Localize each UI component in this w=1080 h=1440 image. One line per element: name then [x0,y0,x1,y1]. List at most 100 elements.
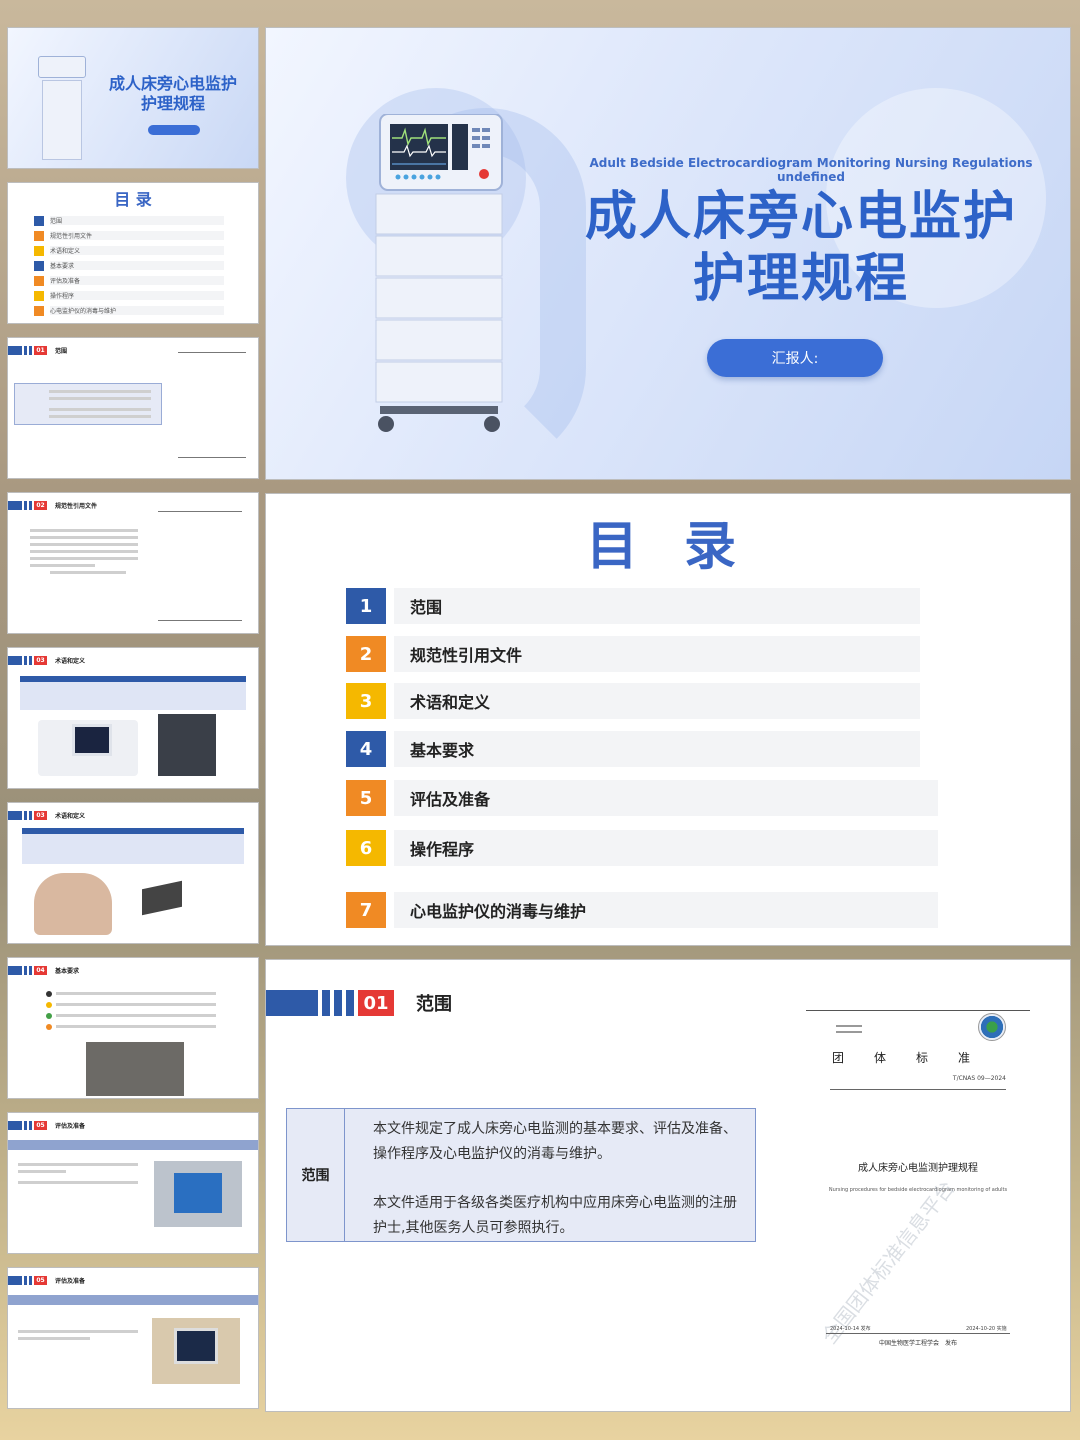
thumb-9-section-num: 05 [34,1276,47,1285]
section-number: 01 [358,990,394,1016]
thumb-5-section-num: 03 [34,656,47,665]
thumb-9-text-lines [18,1326,138,1344]
thumb-8-device-photo [154,1161,242,1227]
toc-item-label: 心电监护仪的消毒与维护 [394,892,938,928]
thumb-6-section-num: 03 [34,811,47,820]
english-title: Adult Bedside Electrocardiogram Monitori… [589,156,1033,184]
thumb-2-title: 目 录 [114,190,152,209]
thumb-9-section-title: 评估及准备 [55,1278,86,1285]
thumb-5-section-title: 术语和定义 [55,658,86,665]
thumb-9-monitor-photo [152,1318,240,1384]
thumb-2-item: 基本要求 [50,261,224,270]
thumb-7-patient-photo [86,1042,184,1096]
thumb-4-section-title: 规范性引用文件 [55,503,98,510]
reporter-button[interactable]: 汇报人: [707,339,883,377]
thumb-4-standard-doc-image [158,511,242,621]
thumb-8-section-title: 评估及准备 [55,1123,86,1130]
scope-paragraph-2: 本文件适用于各级各类医疗机构中应用床旁心电监测的注册护士,其他医务人员可参照执行… [373,1195,737,1236]
toc-item-number: 4 [346,731,386,767]
doc-publisher: 中国生物医学工程学会 发布 [878,1340,957,1347]
thumb-3-scope-table [14,383,162,425]
doc-en-title: Nursing procedures for bedside electroca… [828,1187,1008,1193]
thumb-5-device-photo [158,714,216,776]
thumb-5-monitor-image [38,720,138,776]
thumb-6-cable-image [142,880,182,916]
thumb-7-bullet-lines [46,988,216,1032]
toc-item-2[interactable]: 2 规范性引用文件 [346,636,920,672]
thumb-3-section-title: 范围 [55,348,68,355]
scope-table: 范围 本文件规定了成人床旁心电监测的基本要求、评估及准备、操作程序及心电监护仪的… [286,1108,756,1242]
chinese-title-line2: 护理规程 [692,249,909,309]
scope-row-label: 范围 [287,1109,345,1241]
scope-slide[interactable]: 01 范围 范围 本文件规定了成人床旁心电监测的基本要求、评估及准备、操作程序及… [265,959,1071,1412]
thumb-slide-1[interactable]: 成人床旁心电监护 护理规程 [7,27,259,169]
thumb-2-item: 范围 [50,216,224,225]
toc-item-label: 范围 [394,588,920,624]
thumb-6-term-table [22,828,244,864]
toc-item-4[interactable]: 4 基本要求 [346,731,920,767]
chinese-title-line1: 成人床旁心电监护 [584,187,1017,247]
toc-item-number: 2 [346,636,386,672]
toc-item-number: 5 [346,780,386,816]
toc-item-label: 操作程序 [394,830,938,866]
section-title: 范围 [416,994,452,1015]
doc-logo-emblem [978,1013,1006,1041]
thumb-3-standard-doc-image [178,352,246,458]
thumb-6-section-title: 术语和定义 [55,813,86,820]
toc-item-5[interactable]: 5 评估及准备 [346,780,938,816]
thumb-slide-7[interactable]: 04 基本要求 [7,957,259,1099]
toc-item-label: 基本要求 [394,731,920,767]
doc-code: T/CNAS 09—2024 [952,1075,1006,1082]
thumb-6-electrode-photo [34,873,112,935]
toc-item-label: 评估及准备 [394,780,938,816]
thumb-2-item: 术语和定义 [50,246,224,255]
thumb-7-section-title: 基本要求 [55,968,80,975]
thumb-1-reporter-pill [148,125,200,135]
toc-title: 目 录 [585,517,751,577]
thumb-4-section-num: 02 [34,501,47,510]
doc-footer-divider [826,1333,1010,1334]
thumb-8-section-num: 05 [34,1121,47,1130]
toc-item-1[interactable]: 1 范围 [346,588,920,624]
thumb-2-item: 操作程序 [50,291,224,300]
thumb-8-text-lines [18,1159,138,1188]
toc-item-number: 3 [346,683,386,719]
thumb-monitor-cart-image [38,56,86,168]
thumb-slide-3[interactable]: 01 范围 [7,337,259,479]
thumb-2-item: 规范性引用文件 [50,231,224,240]
doc-divider [830,1089,1006,1090]
toc-item-3[interactable]: 3 术语和定义 [346,683,920,719]
title-slide[interactable]: Adult Bedside Electrocardiogram Monitori… [265,27,1071,480]
thumb-slide-4[interactable]: 02 规范性引用文件 [7,492,259,634]
thumb-slide-6[interactable]: 03 术语和定义 [7,802,259,944]
toc-item-number: 1 [346,588,386,624]
toc-item-number: 6 [346,830,386,866]
doc-publish-date: 2024-10-14 发布 [830,1326,871,1332]
toc-item-7[interactable]: 7 心电监护仪的消毒与维护 [346,892,938,928]
thumb-1-title-line2: 护理规程 [140,94,205,113]
monitor-cart-illustration [374,113,510,434]
doc-standard-type: 团 体 标 准 [832,1051,973,1065]
doc-implement-date: 2024-10-20 实施 [966,1326,1007,1332]
thumb-7-section-num: 04 [34,966,47,975]
toc-item-number: 7 [346,892,386,928]
thumb-8-subheader-bar [8,1140,258,1150]
toc-item-label: 规范性引用文件 [394,636,920,672]
thumb-3-section-num: 01 [34,346,47,355]
thumb-slide-2[interactable]: 目 录 范围 规范性引用文件 术语和定义 基本要求 评估及准备 操作程序 心电监… [7,182,259,324]
thumb-slide-9[interactable]: 05 评估及准备 [7,1267,259,1409]
thumb-5-term-table [20,676,246,710]
toc-item-6[interactable]: 6 操作程序 [346,830,938,866]
thumb-slide-8[interactable]: 05 评估及准备 [7,1112,259,1254]
toc-slide[interactable]: 目 录 1 范围 2 规范性引用文件 3 术语和定义 4 基本要求 5 评估及准… [265,493,1071,946]
thumb-9-subheader-bar [8,1295,258,1305]
thumb-slide-5[interactable]: 03 术语和定义 [7,647,259,789]
thumb-2-item: 心电监护仪的消毒与维护 [50,306,224,315]
section-header: 01 范围 [266,990,452,1016]
thumb-1-title-line1: 成人床旁心电监护 [108,74,237,93]
standard-document-image: 团 体 标 准 T/CNAS 09—2024 成人床旁心电监测护理规程 Nurs… [806,1010,1030,1352]
doc-cn-title: 成人床旁心电监测护理规程 [858,1163,978,1174]
doc-header-lines [836,1021,862,1037]
thumb-4-text-lines [30,525,138,578]
scope-paragraph-1: 本文件规定了成人床旁心电监测的基本要求、评估及准备、操作程序及心电监护仪的消毒与… [373,1121,737,1162]
